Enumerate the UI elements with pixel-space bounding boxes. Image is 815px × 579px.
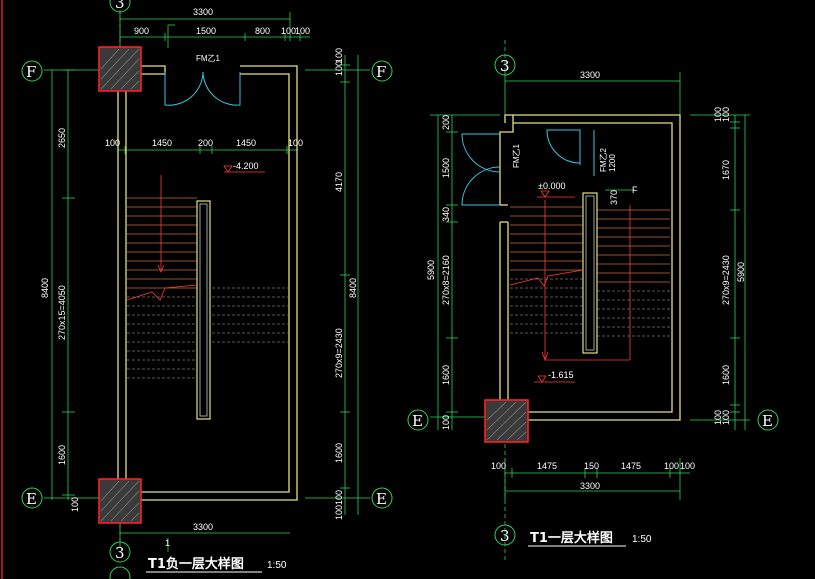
right-plan-level-bottom: -1.615 <box>534 370 575 383</box>
left-plan-dim-left-1: 2650 <box>57 128 67 148</box>
left-plan-dim-top-4: 100 <box>281 26 296 36</box>
left-plan-dim-top-1: 900 <box>134 26 149 36</box>
left-plan-level-text: -4.200 <box>233 161 259 171</box>
axis-f-left: F <box>26 63 36 81</box>
left-plan-stair-well <box>196 200 211 420</box>
right-plan-level-bottom-text: -1.615 <box>548 370 574 380</box>
right-plan-walls <box>499 114 681 421</box>
left-plan-title: T1负一层大样图 <box>148 556 244 572</box>
right-plan-dim-left-2: 1500 <box>441 158 451 178</box>
right-plan-level-top: ±0.000 <box>537 181 575 198</box>
right-plan-doors <box>461 129 595 206</box>
left-plan-dim-top-5: 100 <box>295 26 310 36</box>
right-plan-dim-bottom-2: 1475 <box>537 461 557 471</box>
left-plan-dim-right-6: 100 <box>334 490 344 505</box>
left-plan-double-door <box>164 71 241 106</box>
right-plan-door-label-1: FM乙1 <box>512 143 521 168</box>
left-plan-level-marker: -4.200 <box>223 161 265 173</box>
cad-drawing-canvas: FM乙1 -4.200 F E F E 3 3 3300 900 1500 80… <box>1 0 779 579</box>
right-plan-dim-bottom-total: 3300 <box>580 481 600 491</box>
left-plan-stair-treads-upper <box>127 197 197 289</box>
right-plan-dim-bottom-4: 1475 <box>621 461 641 471</box>
right-plan-dim-right-7: 100 <box>721 410 731 425</box>
axis-f-right: F <box>376 63 386 81</box>
right-axis-3-bottom: 3 <box>500 527 510 545</box>
right-plan-door-height: 1200 <box>608 154 617 172</box>
left-plan-stair-treads-lower <box>127 287 288 379</box>
right-plan-stair-treads-hidden <box>510 278 670 337</box>
left-plan-dim-right-5: 1600 <box>334 443 344 463</box>
left-plan-dim-left-total: 8400 <box>40 278 50 298</box>
right-plan-dim-right-4: 270x9=2430 <box>721 255 731 305</box>
right-plan-dim-small-f: F <box>632 185 638 195</box>
right-axis-e-right: E <box>762 412 773 430</box>
right-plan-dim-small-370: 370 <box>609 190 619 205</box>
axis-e-left: E <box>26 490 37 508</box>
right-plan-level-top-text: ±0.000 <box>538 181 565 191</box>
left-plan-dim-right-3: 4170 <box>334 172 344 192</box>
axis-3-bottom: 3 <box>115 544 125 562</box>
left-plan-dim-mid-5: 100 <box>288 138 303 148</box>
right-plan-stair-well <box>582 192 598 354</box>
right-plan-dim-left-3: 340 <box>441 207 451 222</box>
right-plan-dim-right-5: 1600 <box>721 365 731 385</box>
left-plan-dim-right-2: 100 <box>334 48 344 63</box>
left-plan-dim-left-4: 100 <box>70 497 80 512</box>
left-plan: FM乙1 -4.200 F E F E 3 3 3300 900 1500 80… <box>21 0 393 579</box>
left-plan-scale: 1:50 <box>267 560 287 571</box>
left-plan-up-arrow <box>126 175 198 301</box>
left-plan-walls <box>117 65 298 501</box>
right-axis-3-top: 3 <box>500 57 510 75</box>
right-plan-column <box>484 399 529 443</box>
right-plan-dim-left-6: 100 <box>441 415 451 430</box>
right-plan-title: T1一层大样图 <box>530 530 613 546</box>
left-plan-dim-mid-4: 1450 <box>236 138 256 148</box>
right-plan-dim-bottom-1: 100 <box>491 461 506 471</box>
right-plan-dim-left-5: 1600 <box>441 365 451 385</box>
left-plan-door-label: FM乙1 <box>196 54 221 63</box>
axis-e-right: E <box>376 490 387 508</box>
axis-3-top: 3 <box>115 0 125 12</box>
right-plan-handrail <box>585 195 595 351</box>
left-plan-dim-top-3: 800 <box>255 26 270 36</box>
left-plan-column-bottom <box>98 478 142 524</box>
left-plan-dim-mid-2: 1450 <box>152 138 172 148</box>
left-plan-dim-right-4: 270x9=2430 <box>334 328 344 378</box>
left-plan-dim-bottom-extra: 1 <box>165 538 170 548</box>
right-axis-e-left: E <box>412 412 423 430</box>
right-plan-dim-top-total: 3300 <box>580 70 600 80</box>
left-plan-dim-bottom-total: 3300 <box>193 522 213 532</box>
left-plan-dim-right-total: 8400 <box>348 278 358 298</box>
right-plan-dim-right-total: 5900 <box>736 262 746 282</box>
right-plan-dim-left-4: 270x8=2160 <box>441 255 451 305</box>
right-plan-scale: 1:50 <box>632 534 652 545</box>
left-plan-dim-left-3: 1600 <box>57 445 67 465</box>
left-plan-handrail <box>199 203 208 417</box>
right-plan-stair-treads <box>510 206 670 283</box>
right-plan-dim-right-3: 1670 <box>721 160 731 180</box>
left-plan-dim-mid-3: 200 <box>198 138 213 148</box>
right-plan-dim-bottom-6: 100 <box>680 461 695 471</box>
left-plan-dim-left-2: 270x15=4050 <box>57 285 67 340</box>
right-plan-dim-left-1: 200 <box>441 115 451 130</box>
left-plan-dim-mid-1: 100 <box>105 138 120 148</box>
right-plan: FM乙1 FM乙2 1200 ±0.000 -1.615 3 E E 3 330… <box>407 40 779 560</box>
right-plan-dim-bottom-3: 150 <box>584 461 599 471</box>
left-plan-dim-top-2: 1500 <box>196 26 216 36</box>
left-plan-dim-right-7: 100 <box>334 505 344 520</box>
left-plan-dim-top-total: 3300 <box>193 7 213 17</box>
right-plan-dim-left-total: 5900 <box>426 260 436 280</box>
left-plan-column-top <box>98 46 142 92</box>
right-plan-dim-right-2: 100 <box>721 107 731 122</box>
right-plan-dim-bottom-5: 100 <box>664 461 679 471</box>
right-plan-door-label-2: FM乙2 <box>599 147 608 172</box>
